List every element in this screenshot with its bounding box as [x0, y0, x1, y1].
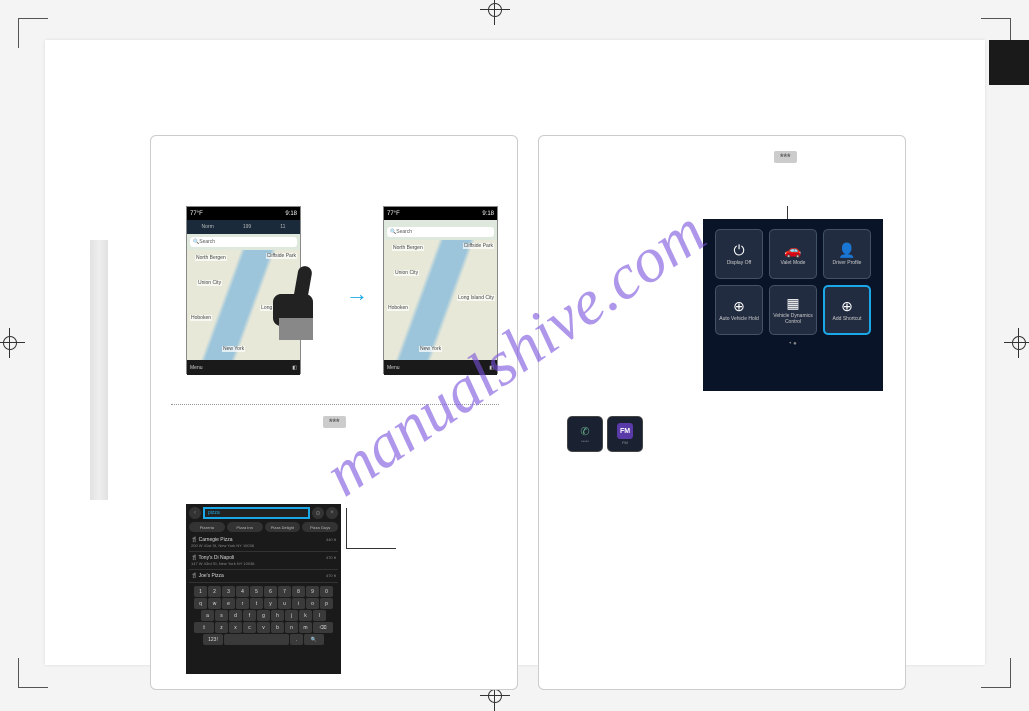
- menu-tile: ⊕Add Shortcut: [823, 285, 871, 335]
- temp: 77°F: [190, 211, 203, 217]
- touch-gesture-icon: [261, 266, 321, 336]
- shortcut-examples: ✆*****FMFM: [567, 416, 643, 452]
- key: h: [271, 610, 284, 621]
- gauge-bar: Norm19911: [187, 220, 300, 234]
- key: y: [264, 598, 277, 609]
- key: g: [257, 610, 270, 621]
- key: w: [208, 598, 221, 609]
- callout-line: [787, 206, 788, 219]
- result-row: 440 ft🍴 Carnegie Pizza200 W 41st St, New…: [189, 534, 338, 552]
- key: l: [313, 610, 326, 621]
- binding-shadow: [90, 240, 108, 500]
- search-bar: 🔍 Search: [387, 227, 494, 237]
- chip: Pizzeria: [189, 522, 225, 532]
- key: z: [215, 622, 228, 633]
- clear-icon: ×: [326, 507, 338, 519]
- callout-line: [346, 548, 396, 549]
- menu-tile: 🚗Valet Mode: [769, 229, 817, 279]
- key: 9: [306, 586, 319, 597]
- callout-line: [346, 508, 347, 548]
- arrow-icon: →: [346, 281, 368, 307]
- key: p: [320, 598, 333, 609]
- key: 2: [208, 586, 221, 597]
- menu-btn: Menu: [190, 365, 203, 371]
- menu-tile: 👤Driver Profile: [823, 229, 871, 279]
- menu-tile: ▦Vehicle Dynamics Control: [769, 285, 817, 335]
- key: 5: [250, 586, 263, 597]
- key: v: [257, 622, 270, 633]
- result-row: 470 ft🍴 Joe's Pizza: [189, 570, 338, 583]
- chip: Pizza Delight: [265, 522, 301, 532]
- page-dots: • ●: [711, 341, 875, 347]
- result-row: 470 ft🍴 Tony's Di Napoli147 W 43rd St, N…: [189, 552, 338, 570]
- key: o: [306, 598, 319, 609]
- step-tag: ***: [323, 416, 346, 428]
- key: q: [194, 598, 207, 609]
- left-column: 77°F9:18 Norm19911 🔍 Search North Bergen…: [150, 135, 518, 690]
- divider: [171, 404, 499, 405]
- right-column: *** ⏻Display Off🚗Valet Mode👤Driver Profi…: [538, 135, 906, 690]
- tile-grid: ⏻Display Off🚗Valet Mode👤Driver Profile ⊕A…: [711, 229, 875, 335]
- key: x: [229, 622, 242, 633]
- key: e: [222, 598, 235, 609]
- key: 3: [222, 586, 235, 597]
- search-bar: 🔍 Search: [190, 237, 297, 247]
- key: u: [278, 598, 291, 609]
- key: 8: [292, 586, 305, 597]
- manual-page: 77°F9:18 Norm19911 🔍 Search North Bergen…: [45, 40, 985, 665]
- key: 7: [278, 586, 291, 597]
- chip: Pizza Inn: [227, 522, 263, 532]
- search-results: 440 ft🍴 Carnegie Pizza200 W 41st St, New…: [189, 534, 338, 583]
- key: t: [250, 598, 263, 609]
- key: a: [201, 610, 214, 621]
- time: 9:18: [285, 211, 297, 217]
- section-tab: [989, 40, 1029, 85]
- key: 0: [320, 586, 333, 597]
- key: k: [299, 610, 312, 621]
- chip: Pizza Guys: [302, 522, 338, 532]
- key: 6: [264, 586, 277, 597]
- key: n: [285, 622, 298, 633]
- key: j: [285, 610, 298, 621]
- key: 4: [236, 586, 249, 597]
- menu-tile: ⏻Display Off: [715, 229, 763, 279]
- key: d: [229, 610, 242, 621]
- suggestion-chips: PizzeriaPizza InnPizza DelightPizza Guys: [189, 522, 338, 532]
- shortcut-icon: ✆*****: [567, 416, 603, 452]
- key: m: [299, 622, 312, 633]
- key: i: [292, 598, 305, 609]
- key: 1: [194, 586, 207, 597]
- key: r: [236, 598, 249, 609]
- target-icon: ⊙: [312, 507, 324, 519]
- shortcut-icon: FMFM: [607, 416, 643, 452]
- key: s: [215, 610, 228, 621]
- menu-tile: ⊕Auto Vehicle Hold: [715, 285, 763, 335]
- key: c: [243, 622, 256, 633]
- key: b: [271, 622, 284, 633]
- keyboard-screenshot: ‹ pizza ⊙ × PizzeriaPizza InnPizza Delig…: [186, 504, 341, 674]
- shortcut-menu-screenshot: ⏻Display Off🚗Valet Mode👤Driver Profile ⊕A…: [703, 219, 883, 391]
- key: f: [243, 610, 256, 621]
- map-screenshot-after: 77°F9:18 🔍 Search North Bergen Cliffside…: [383, 206, 498, 374]
- search-input-highlighted: pizza: [203, 507, 310, 519]
- step-tag: ***: [774, 151, 797, 163]
- keyboard-keys: 1234567890qwertyuiopasdfghjkl⇧zxcvbnm⌫12…: [189, 586, 338, 645]
- back-icon: ‹: [189, 507, 201, 519]
